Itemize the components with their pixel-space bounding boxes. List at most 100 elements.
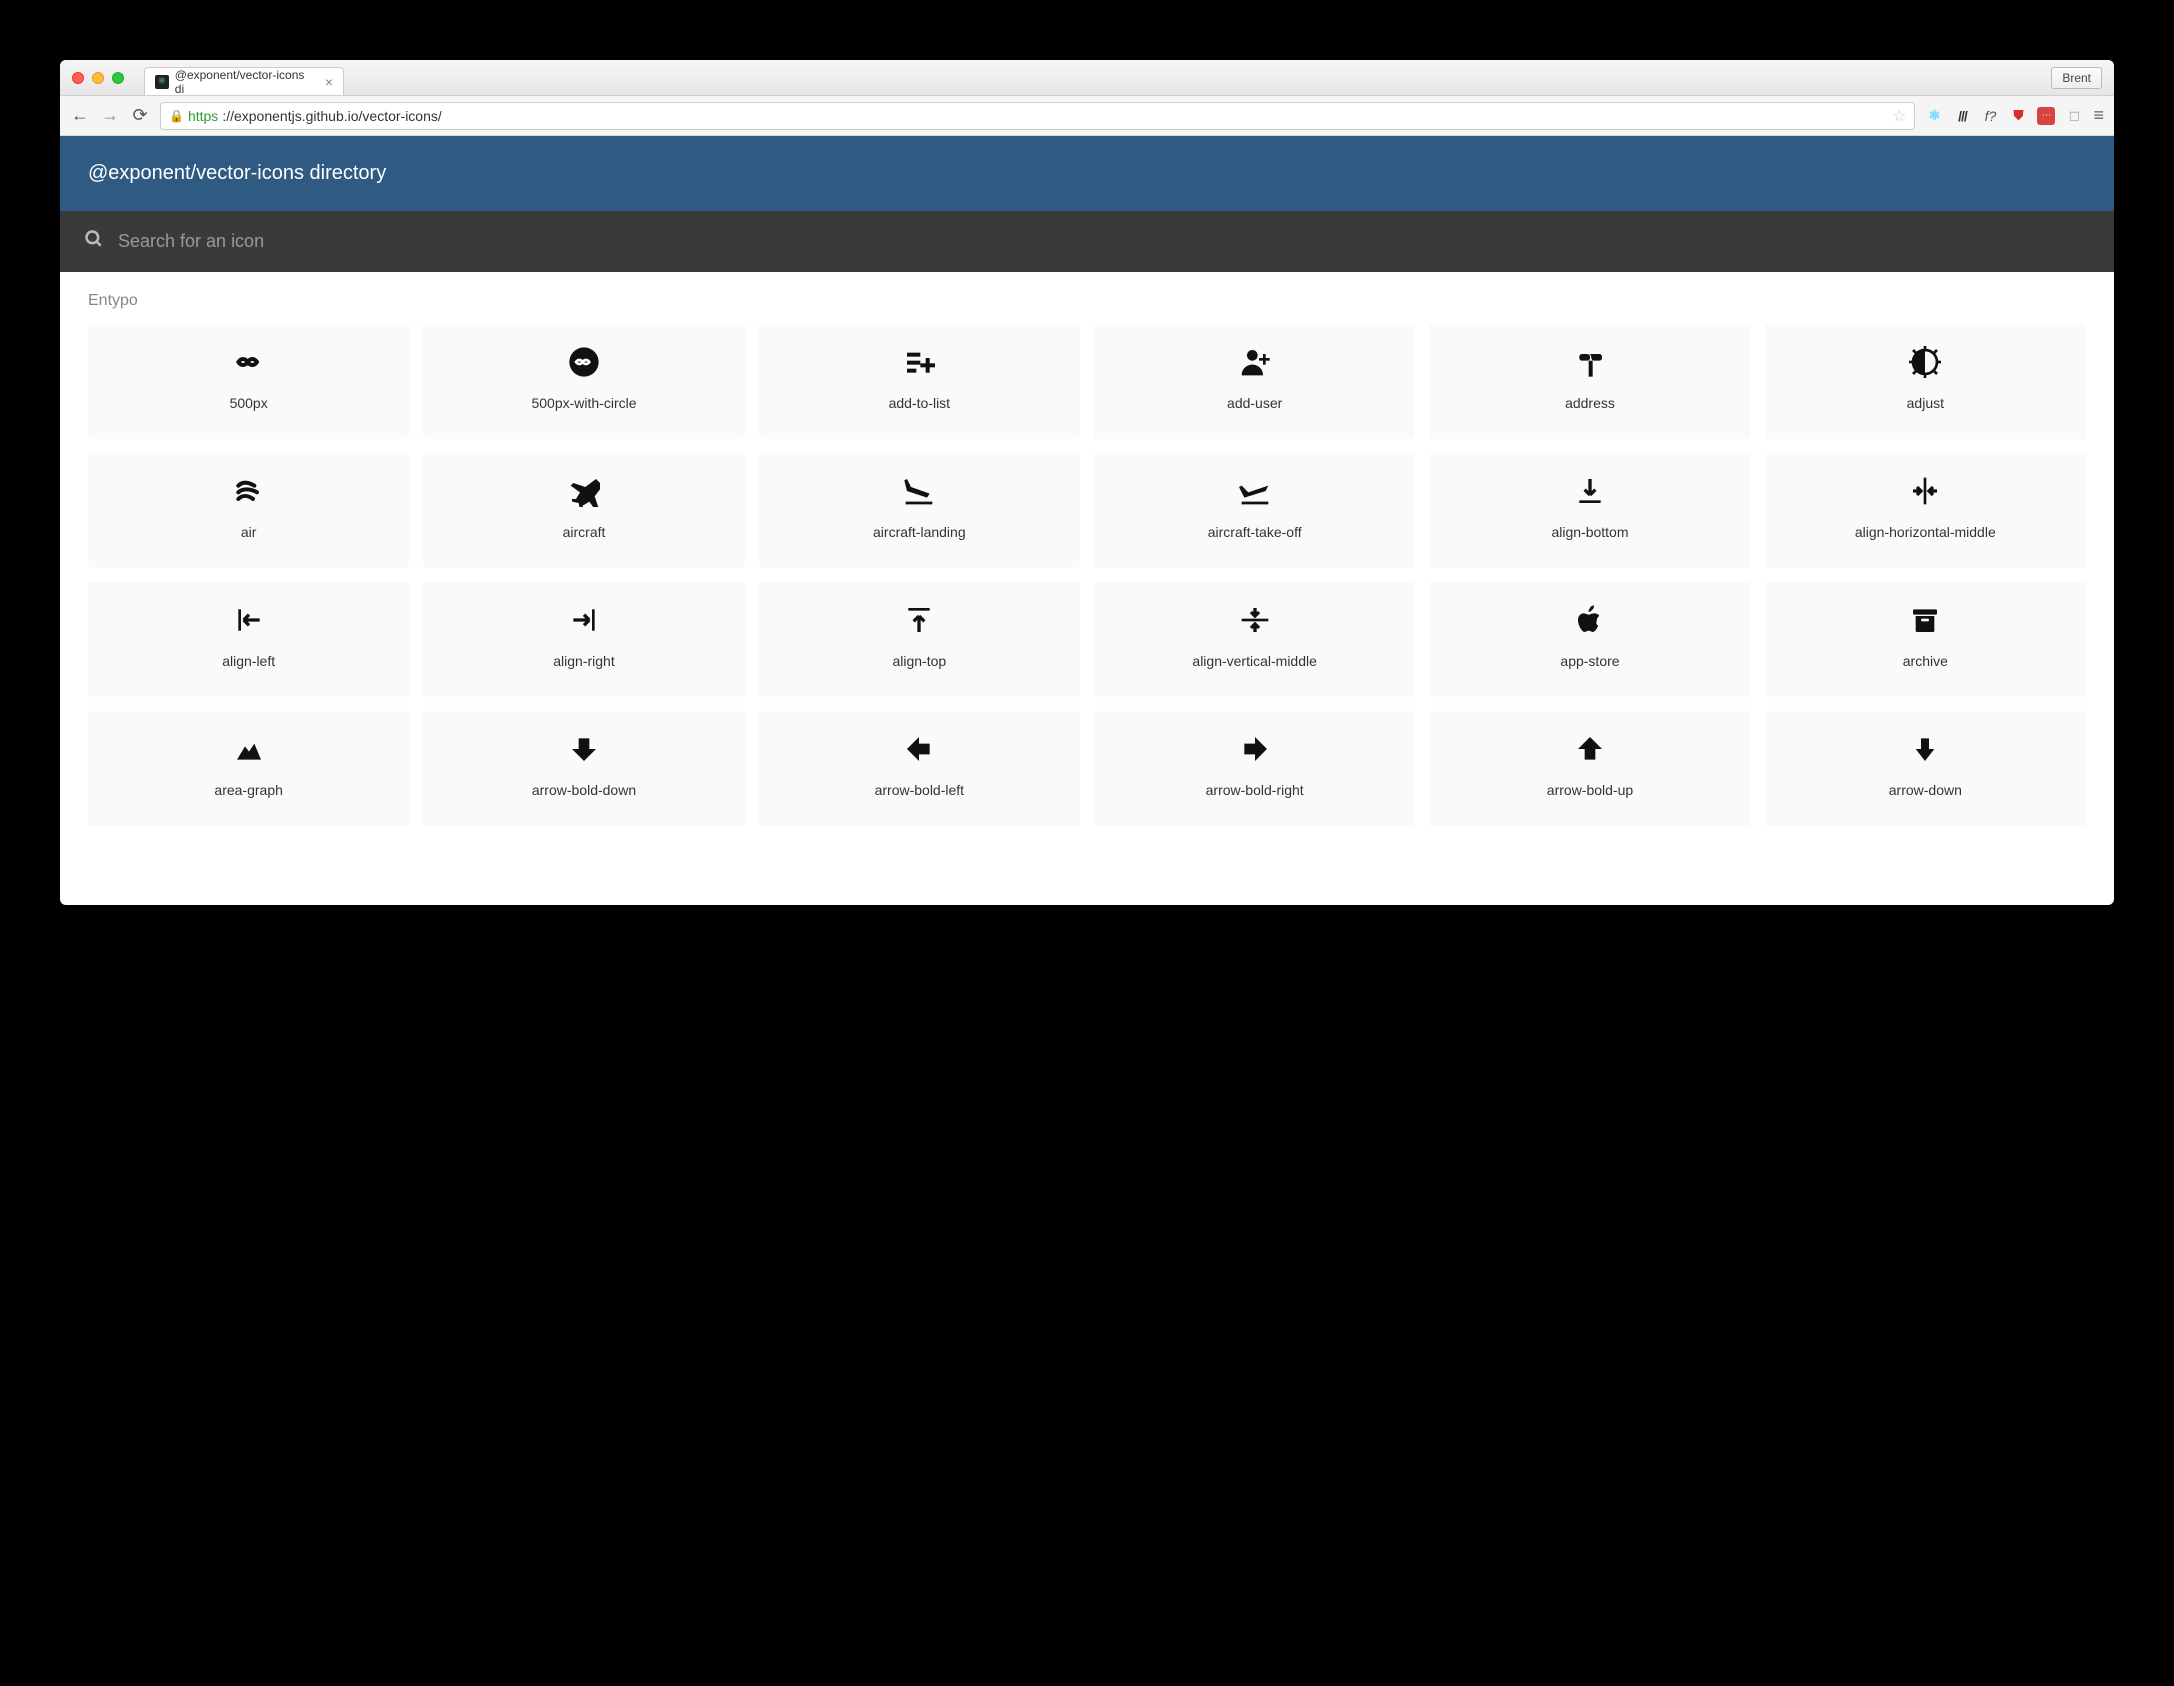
url-path: ://exponentjs.github.io/vector-icons/ bbox=[222, 108, 441, 124]
align-bottom-icon bbox=[1572, 473, 1608, 509]
icon-card-adjust[interactable]: adjust bbox=[1765, 324, 2086, 439]
ublock-shield-icon[interactable]: ⛊ bbox=[2009, 107, 2027, 125]
icon-label: adjust bbox=[1907, 394, 1944, 412]
add-user-icon bbox=[1237, 344, 1273, 380]
icon-card-aircraft[interactable]: aircraft bbox=[423, 453, 744, 568]
icon-card-500px-with-circle[interactable]: 500px-with-circle bbox=[423, 324, 744, 439]
align-right-icon bbox=[566, 602, 602, 638]
icon-card-archive[interactable]: archive bbox=[1765, 582, 2086, 697]
extension-icons: ⚛ /// f? ⛊ ⋯ ◻ ≡ bbox=[1925, 105, 2104, 126]
align-vertical-middle-icon bbox=[1237, 602, 1273, 638]
icon-label: arrow-bold-down bbox=[532, 781, 636, 799]
extension-slashes-icon[interactable]: /// bbox=[1953, 107, 1971, 125]
icon-card-air[interactable]: air bbox=[88, 453, 409, 568]
tab-title: @exponent/vector-icons di bbox=[175, 68, 315, 96]
icon-card-app-store[interactable]: app-store bbox=[1429, 582, 1750, 697]
extension-fquestion-icon[interactable]: f? bbox=[1981, 107, 1999, 125]
icon-card-500px[interactable]: 500px bbox=[88, 324, 409, 439]
area-graph-icon bbox=[231, 731, 267, 767]
react-devtools-icon[interactable]: ⚛ bbox=[1925, 107, 1943, 125]
archive-icon bbox=[1907, 602, 1943, 638]
icon-label: align-horizontal-middle bbox=[1855, 523, 1996, 541]
icon-card-arrow-bold-down[interactable]: arrow-bold-down bbox=[423, 711, 744, 826]
icon-label: arrow-bold-up bbox=[1547, 781, 1633, 799]
icon-card-aircraft-landing[interactable]: aircraft-landing bbox=[759, 453, 1080, 568]
window-minimize-button[interactable] bbox=[92, 72, 104, 84]
icon-card-add-user[interactable]: add-user bbox=[1094, 324, 1415, 439]
align-top-icon bbox=[901, 602, 937, 638]
lock-icon: 🔒 bbox=[169, 109, 184, 123]
icon-card-area-graph[interactable]: area-graph bbox=[88, 711, 409, 826]
icon-label: 500px bbox=[230, 394, 268, 412]
align-horizontal-middle-icon bbox=[1907, 473, 1943, 509]
icon-card-aircraft-take-off[interactable]: aircraft-take-off bbox=[1094, 453, 1415, 568]
icon-card-add-to-list[interactable]: add-to-list bbox=[759, 324, 1080, 439]
arrow-bold-up-icon bbox=[1572, 731, 1608, 767]
icon-label: align-right bbox=[553, 652, 614, 670]
icon-label: app-store bbox=[1560, 652, 1619, 670]
icon-label: align-bottom bbox=[1551, 523, 1628, 541]
page-title: @exponent/vector-icons directory bbox=[88, 162, 386, 184]
traffic-lights bbox=[72, 72, 124, 84]
icon-card-address[interactable]: address bbox=[1429, 324, 1750, 439]
back-button[interactable]: ← bbox=[70, 105, 90, 126]
icon-label: area-graph bbox=[214, 781, 283, 799]
icon-label: address bbox=[1565, 394, 1615, 412]
500px-with-circle-icon bbox=[566, 344, 602, 380]
extension-dots-icon[interactable]: ⋯ bbox=[2037, 107, 2055, 125]
icon-card-arrow-bold-right[interactable]: arrow-bold-right bbox=[1094, 711, 1415, 826]
icon-card-align-vertical-middle[interactable]: align-vertical-middle bbox=[1094, 582, 1415, 697]
icon-card-align-horizontal-middle[interactable]: align-horizontal-middle bbox=[1765, 453, 2086, 568]
window-maximize-button[interactable] bbox=[112, 72, 124, 84]
profile-button[interactable]: Brent bbox=[2051, 67, 2102, 89]
page-header: @exponent/vector-icons directory bbox=[60, 136, 2114, 211]
arrow-down-icon bbox=[1907, 731, 1943, 767]
icon-card-align-top[interactable]: align-top bbox=[759, 582, 1080, 697]
icon-label: air bbox=[241, 523, 257, 541]
tab-close-button[interactable]: × bbox=[325, 74, 333, 90]
browser-tabs: ⚛ @exponent/vector-icons di × bbox=[144, 60, 344, 95]
forward-button[interactable]: → bbox=[100, 105, 120, 126]
app-store-icon bbox=[1572, 602, 1608, 638]
browser-menu-button[interactable]: ≡ bbox=[2093, 105, 2104, 126]
icon-card-arrow-bold-left[interactable]: arrow-bold-left bbox=[759, 711, 1080, 826]
icon-label: align-top bbox=[892, 652, 946, 670]
url-scheme: https bbox=[188, 108, 218, 124]
icon-card-align-right[interactable]: align-right bbox=[423, 582, 744, 697]
aircraft-icon bbox=[566, 473, 602, 509]
browser-tab[interactable]: ⚛ @exponent/vector-icons di × bbox=[144, 67, 344, 95]
icon-card-align-bottom[interactable]: align-bottom bbox=[1429, 453, 1750, 568]
bookmark-star-icon[interactable]: ☆ bbox=[1892, 106, 1906, 126]
icon-label: add-user bbox=[1227, 394, 1282, 412]
icon-label: aircraft-landing bbox=[873, 523, 966, 541]
icon-label: add-to-list bbox=[889, 394, 950, 412]
icon-label: align-left bbox=[222, 652, 275, 670]
icon-grid: 500px 500px-with-circle add-to-list add-use… bbox=[88, 324, 2086, 826]
icon-label: aircraft bbox=[563, 523, 606, 541]
extension-gray-icon[interactable]: ◻ bbox=[2065, 107, 2083, 125]
search-bar bbox=[60, 211, 2114, 272]
aircraft-take-off-icon bbox=[1237, 473, 1273, 509]
browser-window: ⚛ @exponent/vector-icons di × Brent ← → … bbox=[60, 60, 2114, 905]
aircraft-landing-icon bbox=[901, 473, 937, 509]
500px-icon bbox=[231, 344, 267, 380]
icon-label: arrow-down bbox=[1889, 781, 1962, 799]
arrow-bold-down-icon bbox=[566, 731, 602, 767]
icon-label: aircraft-take-off bbox=[1208, 523, 1302, 541]
reload-button[interactable]: ⟳ bbox=[130, 105, 150, 126]
icon-card-arrow-bold-up[interactable]: arrow-bold-up bbox=[1429, 711, 1750, 826]
icon-card-align-left[interactable]: align-left bbox=[88, 582, 409, 697]
align-left-icon bbox=[231, 602, 267, 638]
react-favicon-icon: ⚛ bbox=[155, 75, 169, 89]
search-input[interactable] bbox=[118, 231, 2090, 252]
icon-label: archive bbox=[1903, 652, 1948, 670]
section-title: Entypo bbox=[88, 292, 2086, 310]
add-to-list-icon bbox=[901, 344, 937, 380]
icon-card-arrow-down[interactable]: arrow-down bbox=[1765, 711, 2086, 826]
adjust-icon bbox=[1907, 344, 1943, 380]
search-icon bbox=[84, 229, 104, 254]
window-close-button[interactable] bbox=[72, 72, 84, 84]
address-bar[interactable]: 🔒 https://exponentjs.github.io/vector-ic… bbox=[160, 102, 1915, 130]
air-icon bbox=[231, 473, 267, 509]
address-icon bbox=[1572, 344, 1608, 380]
